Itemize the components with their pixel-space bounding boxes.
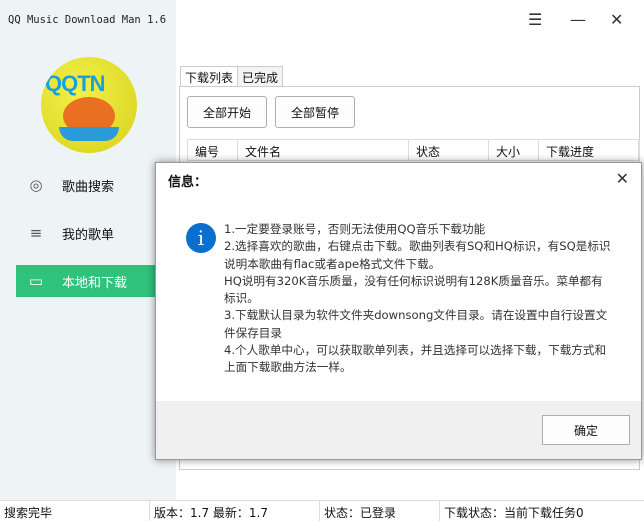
logo: QQTN — [41, 57, 137, 153]
version-status: 版本：1.7 最新：1.7 — [150, 501, 320, 521]
column-size[interactable]: 大小 — [489, 140, 539, 160]
playlist-icon: ≡ — [29, 224, 43, 242]
dialog-close-icon[interactable]: ✕ — [616, 169, 629, 188]
monitor-icon: ▭ — [28, 272, 44, 290]
ok-button[interactable]: 确定 — [542, 415, 630, 445]
info-dialog: 信息： ✕ i 1.一定要登录账号，否则无法使用QQ音乐下载功能 2.选择喜欢的… — [155, 162, 642, 460]
menu-icon[interactable]: ☰ — [528, 10, 542, 29]
sidebar-item-my-playlist[interactable]: ≡ 我的歌单 — [16, 217, 176, 249]
message-line: 2.选择喜欢的歌曲，右键点击下载。歌曲列表有SQ和HQ标识，有SQ是标识说明本歌… — [224, 239, 611, 271]
start-all-button[interactable]: 全部开始 — [187, 96, 267, 128]
column-progress[interactable]: 下载进度 — [539, 140, 639, 160]
download-status: 下载状态：当前下载任务0 — [444, 506, 584, 520]
column-number[interactable]: 编号 — [188, 140, 238, 160]
dialog-message: 1.一定要登录账号，否则无法使用QQ音乐下载功能 2.选择喜欢的歌曲，右键点击下… — [224, 221, 614, 377]
sidebar-item-local-download[interactable]: ▭ 本地和下载 — [16, 265, 176, 297]
dialog-footer: 确定 — [156, 401, 641, 459]
tab-download-list[interactable]: 下载列表 — [180, 66, 239, 86]
sidebar: QQ Music Download Man 1.6 QQTN ◎ 歌曲搜索 ≡ 我的… — [0, 0, 176, 500]
message-line: 1.一定要登录账号，否则无法使用QQ音乐下载功能 — [224, 222, 486, 236]
pause-all-button[interactable]: 全部暂停 — [275, 96, 355, 128]
message-line: 4.个人歌单中心，可以获取歌单列表，并且选择可以选择下载，下载方式和上面下载歌曲… — [224, 343, 607, 375]
column-filename[interactable]: 文件名 — [238, 140, 409, 160]
login-status: 状态：已登录 — [320, 501, 440, 521]
minimize-icon[interactable]: — — [570, 10, 586, 29]
sidebar-item-song-search[interactable]: ◎ 歌曲搜索 — [16, 169, 176, 201]
search-status: 搜索完毕 — [0, 501, 150, 521]
tab-completed[interactable]: 已完成 — [238, 66, 284, 86]
music-note-circle-icon: ◎ — [29, 176, 43, 194]
message-line: 3.下载默认目录为软件文件夹downsong文件目录。请在设置中自行设置文件保存… — [224, 308, 608, 340]
info-icon: i — [186, 223, 216, 253]
app-title: QQ Music Download Man 1.6 — [8, 14, 167, 26]
close-icon[interactable]: ✕ — [610, 10, 623, 29]
message-line: HQ说明有320K音乐质量，没有任何标识说明有128K质量音乐。菜单都有标识。 — [224, 273, 603, 306]
status-bar: 搜索完毕 版本：1.7 最新：1.7 状态：已登录 下载状态：当前下载任务0 — [0, 500, 644, 521]
table-header: 编号 文件名 状态 大小 下载进度 — [187, 139, 640, 161]
column-status[interactable]: 状态 — [409, 140, 489, 160]
dialog-title: 信息： — [168, 175, 208, 190]
